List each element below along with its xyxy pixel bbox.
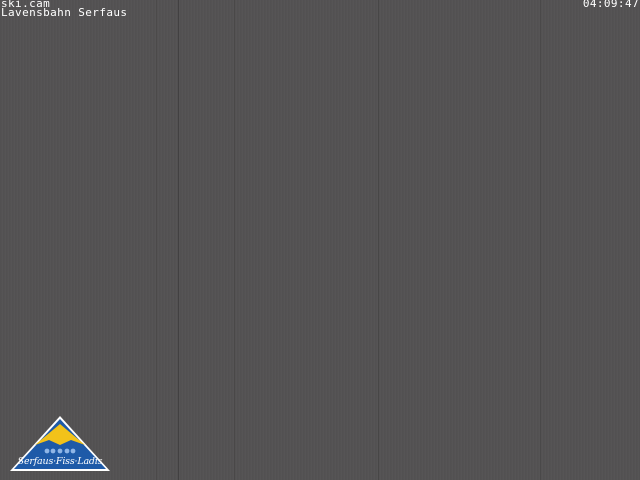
serfaus-fiss-ladis-logo: Serfaus·Fiss·Ladis <box>9 415 111 473</box>
sensor-noise-line <box>178 0 179 480</box>
timestamp: 04:09:47 <box>582 0 639 10</box>
logo-text: Serfaus·Fiss·Ladis <box>17 456 103 467</box>
sensor-noise-line <box>540 0 541 480</box>
webcam-frame: ski.cam Lavensbahn Serfaus 04:09:47 Serf… <box>0 0 640 480</box>
camera-location: Lavensbahn Serfaus <box>1 6 128 19</box>
sensor-noise-line <box>378 0 379 480</box>
sensor-noise-line <box>234 0 235 480</box>
sensor-noise-line <box>156 0 157 480</box>
